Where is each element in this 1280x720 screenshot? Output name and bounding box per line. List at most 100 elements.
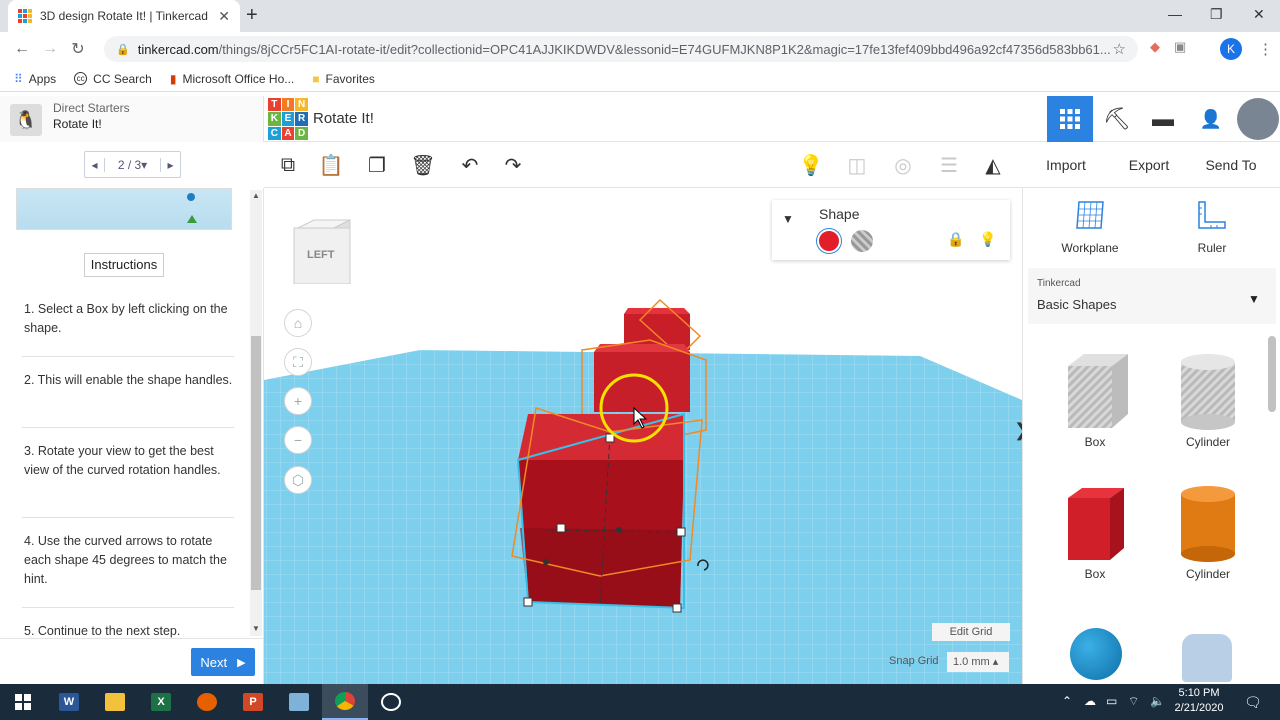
back-icon[interactable]: ← <box>8 40 36 58</box>
bookmark-star-icon[interactable]: ☆ <box>1113 40 1126 58</box>
bookmark-office[interactable]: ▮ Microsoft Office Ho... <box>170 72 294 86</box>
middle-box-top <box>594 344 690 352</box>
design-title[interactable]: Rotate It! <box>313 110 374 127</box>
shape-box[interactable]: Box <box>1050 484 1140 581</box>
scroll-down-icon[interactable]: ▼ <box>252 624 260 633</box>
perspective-icon[interactable]: ⬡ <box>284 466 312 494</box>
forward-icon[interactable]: → <box>36 40 64 58</box>
chevron-down-icon[interactable]: ▼ <box>1248 292 1260 306</box>
group-icon[interactable]: ◫ <box>842 150 872 180</box>
logo-letter: K <box>268 112 281 126</box>
next-step-icon[interactable]: ▸ <box>160 157 180 172</box>
volume-icon[interactable]: 🔈 <box>1150 694 1165 708</box>
send-to-button[interactable]: Send To <box>1198 150 1264 180</box>
redo-icon[interactable]: ↷ <box>498 150 528 180</box>
trash-icon[interactable]: 🗑 <box>408 150 438 180</box>
extension-icon[interactable]: ▣ <box>1174 39 1186 55</box>
browser-menu-icon[interactable]: ⋮ <box>1258 40 1273 58</box>
minimize-icon[interactable]: — <box>1168 6 1182 22</box>
instructions-scroll-thumb[interactable] <box>251 336 261 590</box>
hint-thumbnail[interactable] <box>16 188 232 230</box>
ruler-tool[interactable]: Ruler <box>1172 198 1252 255</box>
zoom-in-icon[interactable]: + <box>284 387 312 415</box>
workplane-canvas[interactable] <box>264 188 1022 684</box>
export-button[interactable]: Export <box>1118 150 1180 180</box>
prev-step-icon[interactable]: ◂ <box>85 157 105 172</box>
next-button[interactable]: Next ▶ <box>191 648 255 676</box>
view-cube[interactable]: LEFT <box>292 218 352 285</box>
network-icon[interactable]: ▭ <box>1106 694 1117 708</box>
browser-tab[interactable]: 3D design Rotate It! | Tinkercad ✕ <box>8 0 240 32</box>
paint-icon[interactable] <box>276 684 322 720</box>
shape-cylinder[interactable]: Cylinder <box>1163 484 1253 581</box>
lightbulb-icon[interactable]: 💡 <box>979 231 996 248</box>
align-icon[interactable]: ☰ <box>934 150 964 180</box>
bricks-icon[interactable]: ▬ <box>1140 96 1186 142</box>
pager-value[interactable]: 2 / 3▾ <box>105 158 160 172</box>
show-hidden-icons-icon[interactable]: ⌃ <box>1062 694 1072 708</box>
extension-icon[interactable]: ◆ <box>1150 39 1160 55</box>
workplane-tool[interactable]: Workplane <box>1050 198 1130 255</box>
lesson-parent[interactable]: Direct Starters <box>53 101 130 115</box>
close-window-icon[interactable]: ✕ <box>1253 6 1265 23</box>
reload-icon[interactable]: ↻ <box>64 39 92 59</box>
duplicate-icon[interactable]: ❐ <box>362 150 392 180</box>
windows-start-icon[interactable] <box>0 684 46 720</box>
maximize-icon[interactable]: ❐ <box>1210 6 1223 23</box>
hole-swatch[interactable] <box>851 230 873 252</box>
lightbulb-icon[interactable]: 💡 <box>796 150 826 180</box>
scroll-up-icon[interactable]: ▲ <box>252 191 260 200</box>
new-tab-icon[interactable]: + <box>246 4 258 27</box>
word-icon[interactable]: W <box>46 684 92 720</box>
center-handle[interactable] <box>616 527 622 533</box>
user-avatar[interactable] <box>1237 98 1279 140</box>
bookmark-cc-search[interactable]: cc CC Search <box>74 72 152 86</box>
paste-icon[interactable]: 📋 <box>316 150 346 180</box>
shapes-scrollbar[interactable] <box>1268 336 1276 412</box>
pickaxe-icon[interactable]: ⛏ <box>1094 96 1140 142</box>
ungroup-icon[interactable]: ◎ <box>888 150 918 180</box>
screen-recorder-icon[interactable] <box>368 684 414 720</box>
shape-cylinder-hole[interactable]: Cylinder <box>1163 352 1253 449</box>
zoom-out-icon[interactable]: − <box>284 426 312 454</box>
add-user-icon[interactable]: 👤 <box>1188 96 1234 142</box>
firefox-icon[interactable] <box>184 684 230 720</box>
import-button[interactable]: Import <box>1036 150 1096 180</box>
lock-icon[interactable]: 🔒 <box>947 231 964 248</box>
resize-handle[interactable] <box>676 527 686 537</box>
chrome-icon[interactable] <box>322 684 368 720</box>
mirror-icon[interactable]: ◭ <box>978 150 1008 180</box>
shape-box-hole[interactable]: Box <box>1050 352 1140 449</box>
shape-library-select[interactable] <box>1028 268 1276 324</box>
lesson-pager[interactable]: ◂ 2 / 3▾ ▸ <box>84 151 181 178</box>
onedrive-icon[interactable]: ☁ <box>1084 694 1096 708</box>
center-handle[interactable] <box>543 559 549 565</box>
url-input[interactable]: 🔒 tinkercad.com/things/8jCCr5FC1AI-rotat… <box>104 36 1138 62</box>
sphere-shape-icon[interactable] <box>1070 628 1122 680</box>
undo-icon[interactable]: ↶ <box>455 150 485 180</box>
edit-grid-button[interactable]: Edit Grid <box>932 623 1010 641</box>
resize-handle[interactable] <box>523 597 533 607</box>
tinkercad-logo[interactable]: T I N K E R C A D <box>268 98 308 140</box>
file-explorer-icon[interactable] <box>92 684 138 720</box>
solid-color-swatch[interactable] <box>817 229 841 253</box>
box-icon <box>1068 488 1124 560</box>
notifications-icon[interactable]: 🗨 <box>1244 694 1262 711</box>
bookmark-apps[interactable]: ⠿ Apps <box>14 72 56 86</box>
bookmark-favorites[interactable]: ■ Favorites <box>312 72 375 86</box>
collapse-inspector-icon[interactable]: ▼ <box>782 212 794 226</box>
wifi-icon[interactable]: ⌔ <box>1128 694 1139 709</box>
snap-grid-select[interactable]: 1.0 mm ▴ <box>947 652 1009 672</box>
excel-icon[interactable]: X <box>138 684 184 720</box>
system-clock[interactable]: 5:10 PM 2/21/2020 <box>1168 686 1230 716</box>
profile-avatar[interactable]: K <box>1220 38 1242 60</box>
scribble-shape-icon[interactable] <box>1182 634 1232 682</box>
copy-icon[interactable]: ⧉ <box>273 150 303 180</box>
powerpoint-icon[interactable]: P <box>230 684 276 720</box>
3d-view-button[interactable] <box>1047 96 1093 142</box>
home-view-icon[interactable]: ⌂ <box>284 309 312 337</box>
resize-handle[interactable] <box>672 603 682 613</box>
close-tab-icon[interactable]: ✕ <box>218 8 230 25</box>
resize-handle[interactable] <box>556 523 566 533</box>
fit-view-icon[interactable]: ⛶ <box>284 348 312 376</box>
